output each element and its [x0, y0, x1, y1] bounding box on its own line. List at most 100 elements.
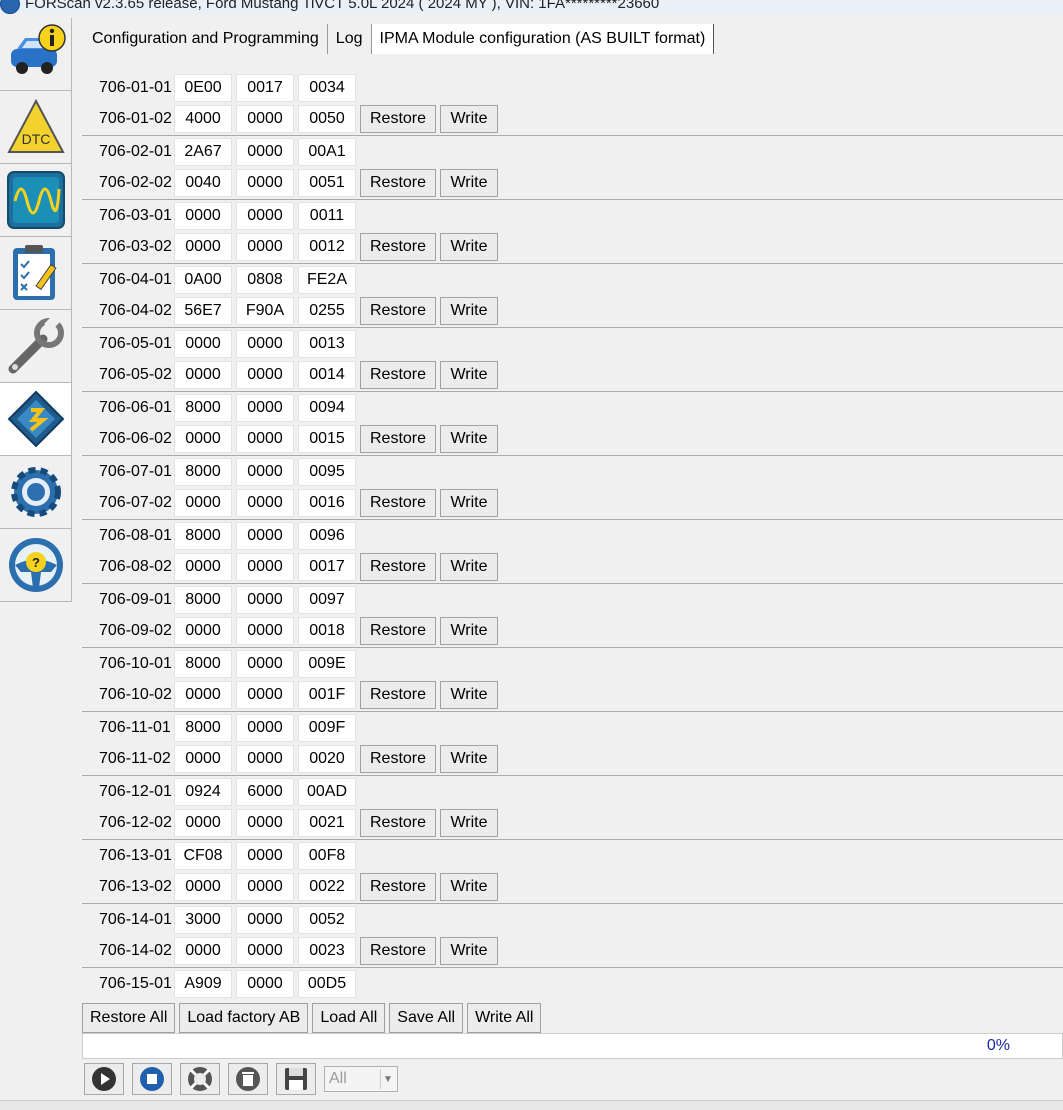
asbuilt-value-field[interactable]: 0000 [236, 970, 294, 998]
asbuilt-value-field[interactable]: 4000 [174, 105, 232, 133]
settings-gear-icon[interactable] [0, 456, 72, 529]
asbuilt-value-field[interactable]: 0000 [236, 330, 294, 358]
asbuilt-value-field[interactable]: 0000 [236, 873, 294, 901]
save-log-button[interactable] [276, 1063, 316, 1095]
asbuilt-value-field[interactable]: 0000 [174, 233, 232, 261]
write-button[interactable]: Write [440, 617, 498, 645]
filter-select[interactable]: All ▼ [324, 1066, 398, 1092]
asbuilt-value-field[interactable]: 8000 [174, 586, 232, 614]
asbuilt-value-field[interactable]: 0095 [298, 458, 356, 486]
asbuilt-value-field[interactable]: 0000 [236, 202, 294, 230]
asbuilt-value-field[interactable]: 0000 [236, 906, 294, 934]
dtc-icon[interactable]: DTC [0, 91, 72, 164]
write-button[interactable]: Write [440, 745, 498, 773]
asbuilt-value-field[interactable]: 8000 [174, 650, 232, 678]
asbuilt-value-field[interactable]: 0000 [236, 489, 294, 517]
asbuilt-value-field[interactable]: 8000 [174, 458, 232, 486]
asbuilt-value-field[interactable]: 0000 [236, 553, 294, 581]
write-button[interactable]: Write [440, 169, 498, 197]
asbuilt-value-field[interactable]: 0000 [236, 233, 294, 261]
asbuilt-value-field[interactable]: 0E00 [174, 74, 232, 102]
asbuilt-value-field[interactable]: 0000 [174, 361, 232, 389]
asbuilt-value-field[interactable]: 0000 [236, 394, 294, 422]
asbuilt-value-field[interactable]: 0000 [174, 489, 232, 517]
asbuilt-value-field[interactable]: 0023 [298, 937, 356, 965]
asbuilt-value-field[interactable]: 0A00 [174, 266, 232, 294]
write-button[interactable]: Write [440, 297, 498, 325]
write-button[interactable]: Write [440, 361, 498, 389]
asbuilt-value-field[interactable]: 0808 [236, 266, 294, 294]
asbuilt-value-field[interactable]: A909 [174, 970, 232, 998]
asbuilt-value-field[interactable]: 0000 [236, 714, 294, 742]
asbuilt-value-field[interactable]: 2A67 [174, 138, 232, 166]
restore-button[interactable]: Restore [360, 937, 436, 965]
asbuilt-value-field[interactable]: 0021 [298, 809, 356, 837]
asbuilt-value-field[interactable]: 0017 [236, 74, 294, 102]
asbuilt-value-field[interactable]: 0040 [174, 169, 232, 197]
write-button[interactable]: Write [440, 489, 498, 517]
restore-button[interactable]: Restore [360, 297, 436, 325]
load-factory-ab-button[interactable]: Load factory AB [179, 1003, 309, 1033]
asbuilt-value-field[interactable]: 0094 [298, 394, 356, 422]
asbuilt-value-field[interactable]: 8000 [174, 714, 232, 742]
asbuilt-value-field[interactable]: 0020 [298, 745, 356, 773]
asbuilt-value-field[interactable]: 0012 [298, 233, 356, 261]
asbuilt-value-field[interactable]: 009F [298, 714, 356, 742]
help-steering-icon[interactable]: ? [0, 529, 72, 602]
asbuilt-value-field[interactable]: 0000 [236, 617, 294, 645]
clear-button[interactable] [228, 1063, 268, 1095]
asbuilt-value-field[interactable]: 0924 [174, 778, 232, 806]
asbuilt-value-field[interactable]: 8000 [174, 522, 232, 550]
write-button[interactable]: Write [440, 681, 498, 709]
asbuilt-value-field[interactable]: 0000 [236, 650, 294, 678]
asbuilt-value-field[interactable]: 009E [298, 650, 356, 678]
asbuilt-value-field[interactable]: 0016 [298, 489, 356, 517]
tab-log[interactable]: Log [328, 24, 372, 54]
write-button[interactable]: Write [440, 425, 498, 453]
asbuilt-value-field[interactable]: 0000 [236, 169, 294, 197]
asbuilt-value-field[interactable]: 00D5 [298, 970, 356, 998]
asbuilt-value-field[interactable]: 0051 [298, 169, 356, 197]
asbuilt-value-field[interactable]: 0014 [298, 361, 356, 389]
asbuilt-value-field[interactable]: 0013 [298, 330, 356, 358]
vehicle-info-icon[interactable] [0, 18, 72, 91]
asbuilt-value-field[interactable]: 0097 [298, 586, 356, 614]
asbuilt-value-field[interactable]: 0255 [298, 297, 356, 325]
write-button[interactable]: Write [440, 873, 498, 901]
asbuilt-value-field[interactable]: 0000 [236, 105, 294, 133]
asbuilt-value-field[interactable]: 0052 [298, 906, 356, 934]
asbuilt-value-field[interactable]: 56E7 [174, 297, 232, 325]
asbuilt-value-field[interactable]: 0000 [236, 809, 294, 837]
asbuilt-value-field[interactable]: 0000 [236, 842, 294, 870]
asbuilt-value-field[interactable]: 0000 [236, 937, 294, 965]
asbuilt-value-field[interactable]: 0000 [174, 873, 232, 901]
restore-button[interactable]: Restore [360, 681, 436, 709]
restore-button[interactable]: Restore [360, 809, 436, 837]
write-button[interactable]: Write [440, 553, 498, 581]
asbuilt-value-field[interactable]: 0000 [174, 202, 232, 230]
asbuilt-value-field[interactable]: 00A1 [298, 138, 356, 166]
asbuilt-value-field[interactable]: F90A [236, 297, 294, 325]
asbuilt-value-field[interactable]: 001F [298, 681, 356, 709]
asbuilt-value-field[interactable]: 0000 [236, 745, 294, 773]
stop-button[interactable] [132, 1063, 172, 1095]
restore-button[interactable]: Restore [360, 745, 436, 773]
write-button[interactable]: Write [440, 233, 498, 261]
restore-button[interactable]: Restore [360, 553, 436, 581]
asbuilt-value-field[interactable]: 0017 [298, 553, 356, 581]
restore-button[interactable]: Restore [360, 425, 436, 453]
asbuilt-value-field[interactable]: 0000 [236, 138, 294, 166]
restore-button[interactable]: Restore [360, 233, 436, 261]
asbuilt-value-field[interactable]: 3000 [174, 906, 232, 934]
asbuilt-value-field[interactable]: 0000 [174, 425, 232, 453]
asbuilt-value-field[interactable]: 0000 [174, 553, 232, 581]
tab-ipma-config[interactable]: IPMA Module configuration (AS BUILT form… [371, 24, 715, 54]
asbuilt-value-field[interactable]: 0000 [236, 425, 294, 453]
asbuilt-value-field[interactable]: 0015 [298, 425, 356, 453]
asbuilt-value-field[interactable]: 0018 [298, 617, 356, 645]
restore-button[interactable]: Restore [360, 873, 436, 901]
help-button[interactable] [180, 1063, 220, 1095]
asbuilt-value-field[interactable]: 0000 [236, 361, 294, 389]
restore-button[interactable]: Restore [360, 361, 436, 389]
asbuilt-value-field[interactable]: 0000 [174, 681, 232, 709]
